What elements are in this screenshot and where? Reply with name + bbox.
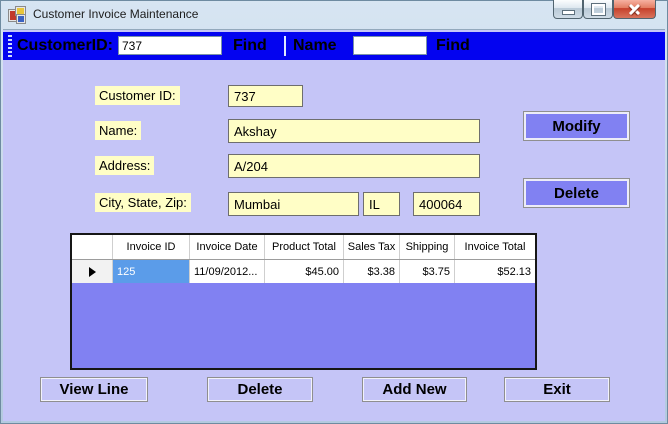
toolbar-name-input[interactable]	[353, 36, 427, 55]
column-header-sales-tax[interactable]: Sales Tax	[344, 235, 400, 259]
app-icon-blue-square	[17, 15, 25, 23]
invoice-grid-header: Invoice ID Invoice Date Product Total Sa…	[72, 235, 535, 260]
column-header-invoice-date[interactable]: Invoice Date	[190, 235, 265, 259]
invoice-row[interactable]: 125 11/09/2012... $45.00 $3.38 $3.75 $52…	[72, 260, 535, 283]
current-row-arrow-icon	[89, 267, 96, 277]
view-line-button[interactable]: View Line	[40, 377, 148, 402]
toolbar-separator	[284, 36, 286, 56]
search-toolbar: CustomerID: Find Name Find	[3, 32, 665, 60]
toolbar-find-by-id-button[interactable]: Find	[233, 32, 267, 60]
app-icon-yellow-square	[16, 7, 25, 15]
toolbar-customerid-label: CustomerID:	[17, 32, 113, 60]
zip-field[interactable]: 400064	[413, 192, 480, 216]
close-button[interactable]	[613, 0, 656, 19]
delete-invoice-button[interactable]: Delete	[207, 377, 313, 402]
window-title: Customer Invoice Maintenance	[33, 0, 198, 29]
name-field[interactable]: Akshay	[228, 119, 480, 143]
app-window: Customer Invoice Maintenance CustomerID:…	[0, 0, 668, 424]
city-state-zip-label: City, State, Zip:	[95, 193, 191, 212]
toolstrip-grip-icon[interactable]	[8, 35, 12, 57]
add-new-button[interactable]: Add New	[362, 377, 467, 402]
city-field[interactable]: Mumbai	[228, 192, 359, 216]
column-header-invoice-total[interactable]: Invoice Total	[455, 235, 535, 259]
minimize-button[interactable]	[553, 0, 583, 19]
app-icon	[8, 6, 25, 23]
invoice-id-cell[interactable]: 125	[113, 260, 190, 283]
column-header-shipping[interactable]: Shipping	[400, 235, 455, 259]
row-selector-cell[interactable]	[72, 260, 113, 283]
toolbar-customerid-input[interactable]	[118, 36, 222, 55]
column-header-invoice-id[interactable]: Invoice ID	[113, 235, 190, 259]
invoice-total-cell[interactable]: $52.13	[455, 260, 535, 283]
shipping-cell[interactable]: $3.75	[400, 260, 455, 283]
title-bar: Customer Invoice Maintenance	[0, 0, 668, 29]
name-label: Name:	[95, 121, 141, 140]
column-header-product-total[interactable]: Product Total	[265, 235, 344, 259]
delete-customer-button[interactable]: Delete	[523, 178, 630, 208]
customer-id-label: Customer ID:	[95, 86, 180, 105]
close-icon	[628, 3, 641, 16]
modify-button[interactable]: Modify	[523, 111, 630, 141]
maximize-icon	[592, 4, 605, 15]
sales-tax-cell[interactable]: $3.38	[344, 260, 400, 283]
customer-id-field[interactable]: 737	[228, 85, 303, 107]
address-label: Address:	[95, 156, 154, 175]
toolbar-find-by-name-button[interactable]: Find	[436, 32, 470, 60]
address-field[interactable]: A/204	[228, 154, 480, 178]
exit-button[interactable]: Exit	[504, 377, 610, 402]
invoice-grid: Invoice ID Invoice Date Product Total Sa…	[70, 233, 537, 370]
row-selector-header	[72, 235, 113, 259]
minimize-icon	[562, 10, 575, 15]
product-total-cell[interactable]: $45.00	[265, 260, 344, 283]
invoice-date-cell[interactable]: 11/09/2012...	[190, 260, 265, 283]
maximize-button[interactable]	[583, 0, 613, 19]
state-field[interactable]: IL	[363, 192, 400, 216]
toolbar-name-label: Name	[293, 32, 337, 60]
